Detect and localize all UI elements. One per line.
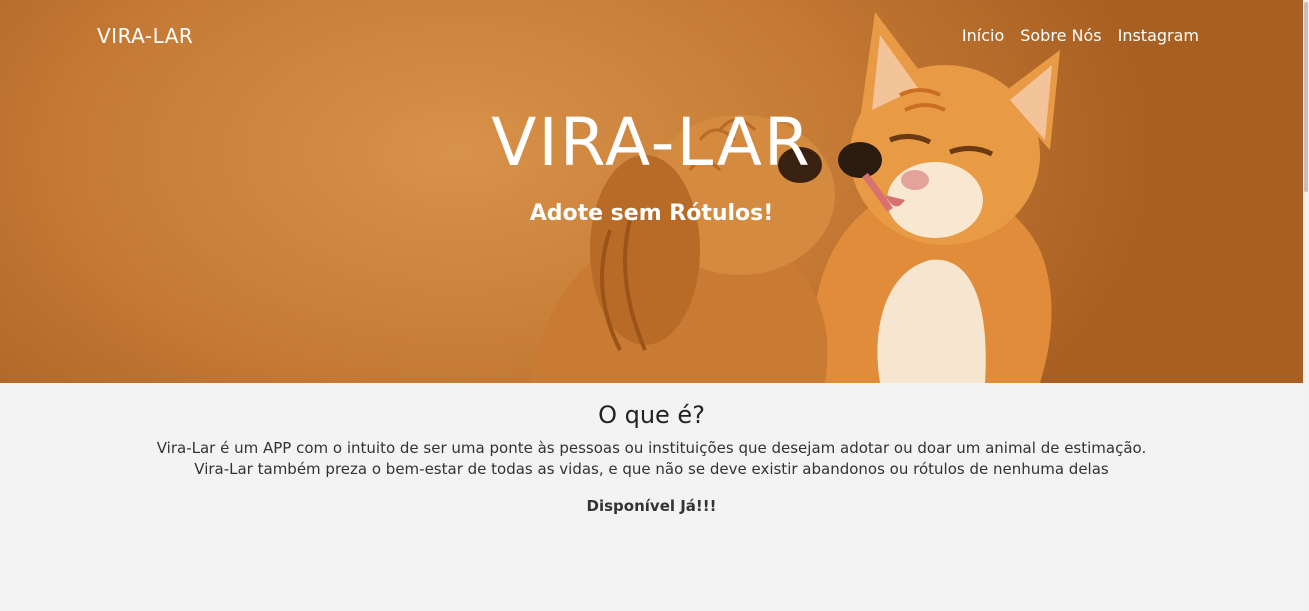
scrollbar-thumb[interactable] [1304,2,1308,192]
top-navbar: VIRA-LAR Início Sobre Nós Instagram [0,0,1303,72]
nav-link-instagram[interactable]: Instagram [1118,26,1199,45]
about-line-1: Vira-Lar é um APP com o intuito de ser u… [156,439,1147,457]
nav-links: Início Sobre Nós Instagram [962,26,1199,45]
vertical-scrollbar[interactable] [1303,0,1309,611]
nav-link-sobre-nos[interactable]: Sobre Nós [1020,26,1101,45]
about-heading: O que é? [598,401,705,429]
nav-link-inicio[interactable]: Início [962,26,1004,45]
about-section: O que é? Vira-Lar é um APP com o intuito… [0,383,1303,611]
brand-logo-text[interactable]: VIRA-LAR [97,24,193,48]
hero-title: VIRA-LAR [491,104,812,181]
about-description: Vira-Lar é um APP com o intuito de ser u… [0,438,1303,480]
hero-banner: VIRA-LAR Início Sobre Nós Instagram VIRA… [0,0,1303,383]
hero-subtitle: Adote sem Rótulos! [529,201,774,226]
about-line-2: Vira-Lar também preza o bem-estar de tod… [194,460,1109,478]
page: VIRA-LAR Início Sobre Nós Instagram VIRA… [0,0,1309,611]
availability-text: Disponível Já!!! [586,497,717,515]
